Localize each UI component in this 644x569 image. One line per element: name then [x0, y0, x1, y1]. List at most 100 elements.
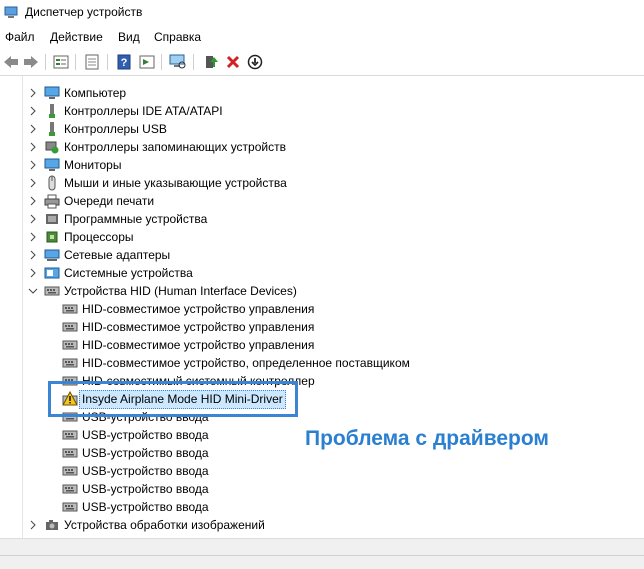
toolbar: ? — [0, 49, 644, 76]
category-label: Очереди печати — [64, 194, 155, 208]
toolbar-separator — [75, 54, 76, 70]
expand-chevron-icon[interactable] — [28, 520, 38, 530]
tree-category-network[interactable]: Сетевые адаптеры — [28, 246, 170, 264]
disable-icon[interactable] — [246, 53, 264, 71]
device-label: HID-совместимое устройство управления — [82, 320, 315, 334]
storage-icon — [44, 139, 60, 155]
device-manager-icon — [4, 5, 18, 19]
category-label: Мыши и иные указывающие устройства — [64, 176, 287, 190]
expand-chevron-icon[interactable] — [28, 196, 38, 206]
keyboard-icon — [62, 319, 78, 335]
imaging-icon — [44, 517, 60, 533]
keyboard-icon — [62, 445, 78, 461]
category-label: Устройства обработки изображений — [64, 518, 265, 532]
category-label: Сетевые адаптеры — [64, 248, 171, 262]
category-label: Мониторы — [64, 158, 122, 172]
category-label: Контроллеры IDE ATA/ATAPI — [64, 104, 223, 118]
ide-icon — [44, 103, 60, 119]
keyboard-icon — [62, 427, 78, 443]
expand-chevron-icon[interactable] — [28, 268, 38, 278]
collapse-chevron-icon[interactable] — [28, 286, 38, 296]
tree-device-usb-input-6[interactable]: USB-устройство ввода — [62, 498, 209, 516]
expand-chevron-icon[interactable] — [28, 250, 38, 260]
tree-category-computer[interactable]: Компьютер — [28, 84, 126, 102]
menu-help[interactable]: Справка — [154, 30, 201, 44]
tree-device-usb-input-4[interactable]: USB-устройство ввода — [62, 462, 209, 480]
help-icon[interactable]: ? — [115, 53, 133, 71]
category-label: Контроллеры запоминающих устройств — [64, 140, 286, 154]
category-label: Программные устройства — [64, 212, 208, 226]
tree-category-monitors[interactable]: Мониторы — [28, 156, 121, 174]
tree-category-hid[interactable]: Устройства HID (Human Interface Devices) — [28, 282, 297, 300]
tree-category-imaging[interactable]: Устройства обработки изображений — [28, 516, 265, 534]
keyboard-icon — [62, 481, 78, 497]
printer-icon — [44, 193, 60, 209]
menu-action[interactable]: Действие — [50, 30, 103, 44]
keyboard-icon — [62, 463, 78, 479]
category-label: Процессоры — [64, 230, 134, 244]
keyboard-icon — [62, 355, 78, 371]
tree-category-ide[interactable]: Контроллеры IDE ATA/ATAPI — [28, 102, 223, 120]
list-icon[interactable] — [83, 53, 101, 71]
hid-icon — [44, 283, 60, 299]
view-icon[interactable] — [138, 53, 156, 71]
toolbar-separator — [161, 54, 162, 70]
device-tree[interactable]: Компьютер Контроллеры IDE ATA/ATAPI Конт… — [0, 76, 644, 538]
tree-device-hid-vendor[interactable]: HID-совместимое устройство, определенное… — [62, 354, 410, 372]
tree-device-hid-control-3[interactable]: HID-совместимое устройство управления — [62, 336, 314, 354]
tree-category-storage[interactable]: Контроллеры запоминающих устройств — [28, 138, 286, 156]
tree-category-processors[interactable]: Процессоры — [28, 228, 134, 246]
forward-icon[interactable] — [22, 53, 40, 71]
annotation-label: Проблема с драйвером — [305, 427, 549, 450]
monitor-icon — [44, 157, 60, 173]
device-label: USB-устройство ввода — [82, 482, 209, 496]
device-label: HID-совместимое устройство управления — [82, 338, 315, 352]
tree-device-usb-input-5[interactable]: USB-устройство ввода — [62, 480, 209, 498]
toolbar-separator — [193, 54, 194, 70]
network-icon — [44, 247, 60, 263]
expand-chevron-icon[interactable] — [28, 214, 38, 224]
tree-device-usb-input-3[interactable]: USB-устройство ввода — [62, 444, 209, 462]
tree-device-hid-control-2[interactable]: HID-совместимое устройство управления — [62, 318, 314, 336]
menu-view[interactable]: Вид — [118, 30, 140, 44]
horizontal-scrollbar[interactable] — [0, 538, 644, 555]
menu-bar: Файл Действие Вид Справка — [0, 27, 644, 48]
device-label: USB-устройство ввода — [82, 428, 209, 442]
expand-chevron-icon[interactable] — [28, 88, 38, 98]
mouse-icon — [44, 175, 60, 191]
status-bar — [0, 555, 644, 569]
category-label: Системные устройства — [64, 266, 193, 280]
window-title: Диспетчер устройств — [25, 5, 143, 19]
device-label: USB-устройство ввода — [82, 464, 209, 478]
back-icon[interactable] — [2, 53, 20, 71]
expand-chevron-icon[interactable] — [28, 232, 38, 242]
software-icon — [44, 211, 60, 227]
expand-chevron-icon[interactable] — [28, 124, 38, 134]
tree-category-usb[interactable]: Контроллеры USB — [28, 120, 167, 138]
keyboard-icon — [62, 499, 78, 515]
expand-chevron-icon[interactable] — [28, 106, 38, 116]
tree-category-system[interactable]: Системные устройства — [28, 264, 193, 282]
expand-chevron-icon[interactable] — [28, 142, 38, 152]
menu-file[interactable]: Файл — [5, 30, 35, 44]
toolbar-separator — [45, 54, 46, 70]
tree-category-software[interactable]: Программные устройства — [28, 210, 207, 228]
category-label: Устройства HID (Human Interface Devices) — [64, 284, 297, 298]
scan-icon[interactable] — [169, 53, 187, 71]
expand-chevron-icon[interactable] — [28, 160, 38, 170]
category-label: Компьютер — [64, 86, 127, 100]
device-label: USB-устройство ввода — [82, 500, 209, 514]
tree-category-mice[interactable]: Мыши и иные указывающие устройства — [28, 174, 287, 192]
keyboard-icon — [62, 301, 78, 317]
properties-icon[interactable] — [52, 53, 70, 71]
update-driver-icon[interactable] — [202, 53, 220, 71]
tree-left-gutter — [22, 76, 23, 538]
expand-chevron-icon[interactable] — [28, 178, 38, 188]
tree-device-usb-input-2[interactable]: USB-устройство ввода — [62, 426, 209, 444]
tree-device-hid-control-1[interactable]: HID-совместимое устройство управления — [62, 300, 314, 318]
tree-category-print-queues[interactable]: Очереди печати — [28, 192, 154, 210]
uninstall-icon[interactable] — [224, 53, 242, 71]
device-label: USB-устройство ввода — [82, 446, 209, 460]
keyboard-icon — [62, 337, 78, 353]
svg-text:?: ? — [121, 57, 128, 69]
